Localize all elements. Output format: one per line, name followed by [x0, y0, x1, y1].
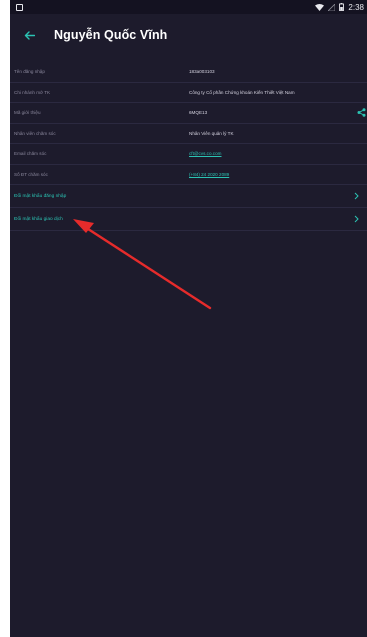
info-row-care-email: Email chăm sóc cft@cvs.co.com: [10, 144, 367, 165]
chevron-right-icon: [350, 190, 362, 202]
row-label: Email chăm sóc: [14, 151, 47, 157]
row-label: Chi nhánh mở TK: [14, 89, 51, 95]
info-row-username: Tên đăng nhập 183a003103: [10, 62, 367, 83]
page-title: Nguyễn Quốc Vĩnh: [54, 28, 168, 42]
share-button[interactable]: [355, 107, 367, 119]
row-value: 6MQE13: [189, 110, 208, 116]
app-screen: 2:38 Nguyễn Quốc Vĩnh Tên đăng nhập 183a…: [10, 0, 367, 637]
status-bar: 2:38: [10, 0, 367, 14]
row-label: Nhân viên chăm sóc: [14, 130, 56, 136]
row-label: Tên đăng nhập: [14, 69, 45, 75]
wifi-icon: [315, 3, 325, 11]
share-icon: [357, 108, 365, 117]
info-row-referral-code: Mã giới thiệu 6MQE13: [10, 103, 367, 124]
care-phone-link[interactable]: (+84) 24 2020 2089: [189, 172, 367, 177]
row-label: Mã giới thiệu: [14, 110, 41, 116]
status-left: [16, 3, 23, 11]
status-time: 2:38: [348, 2, 364, 12]
info-row-care-staff: Nhân viên chăm sóc Nhân Viên quản lý TK: [10, 124, 367, 144]
back-button[interactable]: [18, 24, 40, 46]
row-label: Số ĐT chăm sóc: [14, 171, 48, 177]
notification-app-icon: [16, 3, 23, 11]
row-value: Công ty Cổ phần Chứng khoán Kiến Thiết V…: [189, 89, 295, 95]
account-info-list: Tên đăng nhập 183a003103 Chi nhánh mở TK…: [10, 62, 367, 231]
change-login-password-row[interactable]: Đổi mật khẩu đăng nhập: [10, 185, 367, 208]
info-row-branch: Chi nhánh mở TK Công ty Cổ phần Chứng kh…: [10, 83, 367, 103]
status-right: 2:38: [315, 3, 364, 12]
row-value: 183a003103: [189, 69, 215, 75]
change-login-password-label: Đổi mật khẩu đăng nhập: [14, 193, 67, 199]
row-value: Nhân Viên quản lý TK: [189, 130, 234, 136]
change-trading-password-label: Đổi mật khẩu giao dịch: [14, 216, 63, 222]
signal-icon: [328, 3, 336, 11]
back-arrow-icon: [24, 30, 35, 40]
header-bar: Nguyễn Quốc Vĩnh: [10, 14, 367, 56]
change-trading-password-row[interactable]: Đổi mật khẩu giao dịch: [10, 208, 367, 231]
chevron-right-icon: [350, 213, 362, 225]
care-email-link[interactable]: cft@cvs.co.com: [189, 151, 367, 156]
battery-icon: [339, 3, 345, 11]
info-row-care-phone: Số ĐT chăm sóc (+84) 24 2020 2089: [10, 165, 367, 185]
